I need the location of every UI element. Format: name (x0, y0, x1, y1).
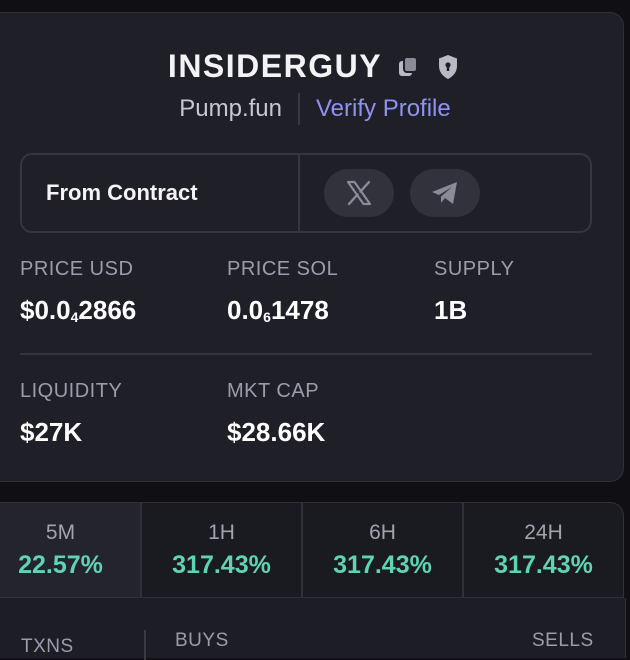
tab-change-value: 317.43% (333, 550, 432, 579)
stat-value: $27K (20, 417, 83, 447)
divider (144, 630, 146, 660)
tab-label: 24H (524, 520, 563, 544)
tab-label: 5M (45, 520, 76, 544)
divider (20, 353, 592, 355)
telegram-icon (432, 182, 457, 204)
token-subheader: Pump.fun Verify Profile (0, 93, 630, 125)
platform-label: Pump.fun (179, 95, 282, 122)
tab-1h[interactable]: 1H 317.43% (142, 503, 303, 597)
tab-label: 1H (208, 520, 235, 544)
tab-change-value: 22.57% (18, 550, 103, 579)
tab-24h[interactable]: 24H 317.43% (464, 503, 623, 597)
token-header: INSIDERGUY (0, 48, 630, 85)
sells-label: SELLS (532, 630, 594, 651)
stat-value: $28.66K (227, 417, 326, 447)
tab-label: 6H (369, 520, 396, 544)
token-name: INSIDERGUY (167, 48, 383, 84)
tab-5m[interactable]: 5M 22.57% (0, 503, 142, 597)
stat-mkt-cap: MKT CAP $28.66K (227, 380, 325, 448)
stat-label: PRICE SOL (227, 258, 339, 280)
stat-price-usd: PRICE USD $0.042866 (20, 258, 136, 326)
txns-label: TXNS (21, 636, 74, 657)
stat-supply: SUPPLY 1B (434, 258, 514, 326)
social-links (300, 169, 480, 217)
telegram-link-button[interactable] (410, 169, 480, 217)
stat-label: SUPPLY (434, 258, 515, 280)
x-link-button[interactable] (324, 169, 394, 217)
txns-section: TXNS BUYS SELLS (0, 598, 626, 660)
stat-label: LIQUIDITY (20, 380, 123, 402)
verify-profile-link[interactable]: Verify Profile (300, 95, 451, 123)
tab-change-value: 317.43% (494, 550, 593, 579)
shield-lock-icon[interactable] (434, 53, 462, 81)
stat-value: 1B (434, 295, 468, 325)
buys-label: BUYS (175, 630, 229, 651)
stat-value: 0.061478 (227, 295, 329, 325)
stat-value: $0.042866 (20, 295, 137, 325)
copy-icon[interactable] (394, 53, 422, 81)
tab-change-value: 317.43% (172, 550, 271, 579)
contract-label: From Contract (46, 180, 198, 205)
stat-liquidity: LIQUIDITY $27K (20, 380, 122, 448)
x-icon (346, 180, 372, 206)
stat-label: MKT CAP (227, 380, 320, 402)
timeframe-tabs: 5M 22.57% 1H 317.43% 6H 317.43% 24H 317.… (0, 502, 624, 598)
stat-label: PRICE USD (20, 258, 134, 280)
tab-6h[interactable]: 6H 317.43% (303, 503, 464, 597)
contract-box: From Contract (20, 153, 592, 233)
stat-price-sol: PRICE SOL 0.061478 (227, 258, 338, 326)
